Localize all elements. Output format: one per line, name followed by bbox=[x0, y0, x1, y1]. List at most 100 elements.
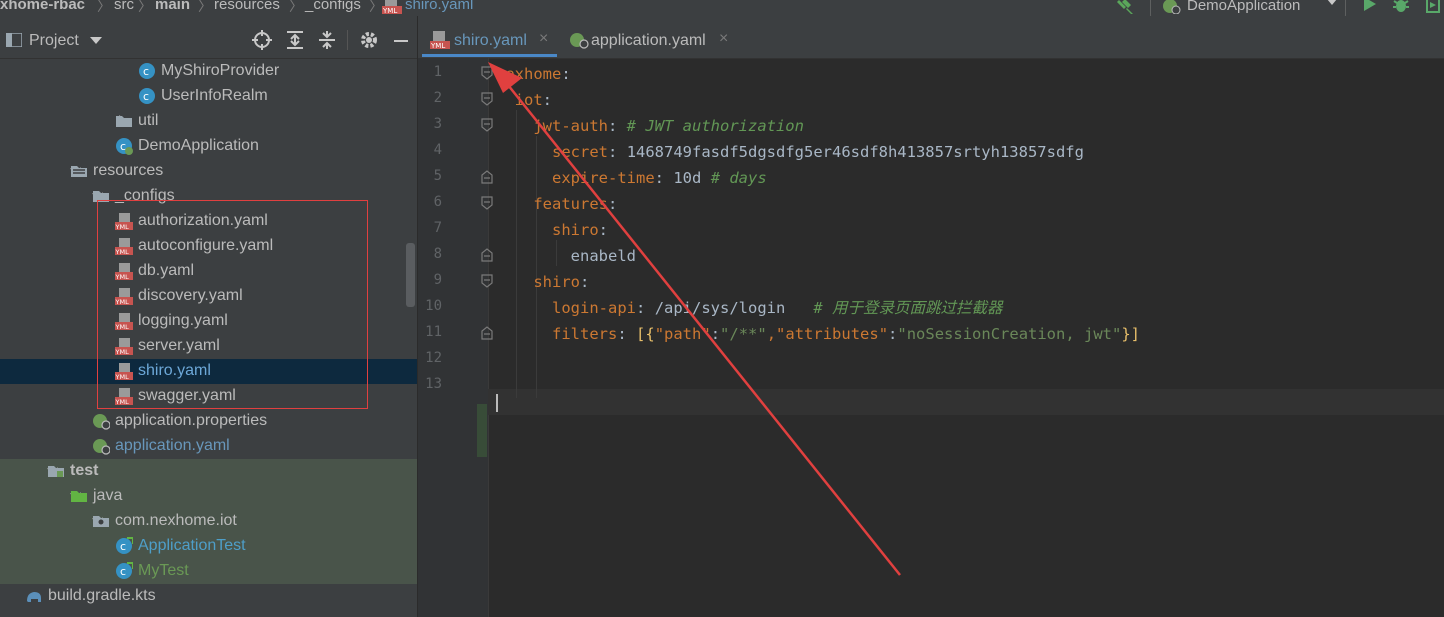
tree-item-label: _configs bbox=[115, 187, 175, 204]
tree-item-application-yaml[interactable]: application.yaml bbox=[0, 434, 417, 459]
svg-text:YML: YML bbox=[382, 7, 397, 14]
folder-icon bbox=[116, 116, 132, 127]
tree-item-server-yaml[interactable]: YML server.yaml bbox=[0, 334, 417, 359]
svg-text:YML: YML bbox=[115, 298, 129, 305]
project-view-title[interactable]: Project bbox=[29, 32, 79, 50]
expand-all-icon[interactable] bbox=[285, 30, 305, 50]
fold-marker-icon[interactable] bbox=[481, 248, 493, 262]
tree-item-util[interactable]: util bbox=[0, 109, 417, 134]
tree-item-test[interactable]: test bbox=[0, 459, 417, 484]
tree-item-mytest[interactable]: c MyTest bbox=[0, 559, 417, 584]
locate-file-icon[interactable] bbox=[252, 30, 272, 50]
close-icon[interactable]: × bbox=[539, 30, 548, 48]
spring-boot-icon bbox=[1163, 0, 1181, 14]
tab-application-yaml[interactable]: application.yaml × bbox=[564, 16, 734, 58]
line-number: 8 bbox=[433, 246, 442, 262]
tree-item-label: logging.yaml bbox=[138, 312, 228, 329]
debug-icon[interactable] bbox=[1392, 0, 1410, 14]
resources-folder-icon bbox=[71, 166, 87, 177]
test-source-folder-icon bbox=[71, 491, 87, 502]
tree-item-discovery-yaml[interactable]: YML discovery.yaml bbox=[0, 284, 417, 309]
coverage-icon[interactable] bbox=[1424, 0, 1442, 14]
yaml-file-icon: YML bbox=[430, 31, 450, 49]
vcs-change-marker[interactable] bbox=[477, 404, 487, 457]
svg-text:c: c bbox=[120, 540, 126, 553]
tree-item-label: util bbox=[138, 112, 159, 129]
code-line-9: shiro: bbox=[533, 273, 590, 291]
tree-item-demoapplication[interactable]: c DemoApplication bbox=[0, 134, 417, 159]
hide-panel-icon[interactable] bbox=[391, 30, 411, 50]
svg-text:YML: YML bbox=[115, 398, 129, 405]
tree-item-label: autoconfigure.yaml bbox=[138, 237, 274, 254]
class-icon: c bbox=[139, 88, 155, 104]
tab-shiro-yaml[interactable]: YML shiro.yaml × bbox=[422, 16, 558, 58]
folder-icon bbox=[93, 191, 109, 202]
breadcrumb-main[interactable]: main bbox=[155, 0, 190, 13]
build-hammer-icon[interactable] bbox=[1116, 0, 1136, 14]
fold-marker-icon[interactable] bbox=[481, 118, 493, 132]
line-number: 11 bbox=[425, 324, 442, 340]
line-number: 12 bbox=[425, 350, 442, 366]
package-icon bbox=[93, 516, 109, 527]
tree-item-build-gradle-kts[interactable]: build.gradle.kts bbox=[0, 584, 417, 609]
fold-marker-icon[interactable] bbox=[481, 66, 493, 80]
tree-item-userinforealm[interactable]: c UserInfoRealm bbox=[0, 84, 417, 109]
breadcrumb-project[interactable]: xhome-rbac bbox=[0, 0, 85, 13]
tree-item-resources[interactable]: resources bbox=[0, 159, 417, 184]
tree-item-db-yaml[interactable]: YML db.yaml bbox=[0, 259, 417, 284]
breadcrumb-separator: 〉 bbox=[369, 0, 383, 14]
tree-item-logging-yaml[interactable]: YML logging.yaml bbox=[0, 309, 417, 334]
tree-item-label: ApplicationTest bbox=[138, 537, 246, 554]
tree-item-applicationtest[interactable]: c ApplicationTest bbox=[0, 534, 417, 559]
yaml-file-icon: YML bbox=[115, 388, 133, 405]
fold-marker-icon[interactable] bbox=[481, 196, 493, 210]
svg-text:YML: YML bbox=[115, 223, 129, 230]
collapse-all-icon[interactable] bbox=[317, 30, 337, 50]
tree-item-myshiroprovider[interactable]: c MyShiroProvider bbox=[0, 59, 417, 84]
tree-item-label: application.yaml bbox=[115, 437, 230, 454]
run-icon[interactable] bbox=[1362, 0, 1378, 14]
code-line-5: expire-time: 10d # days bbox=[552, 169, 767, 187]
tree-item-label: UserInfoRealm bbox=[161, 87, 268, 104]
run-configuration-selector[interactable]: DemoApplication bbox=[1150, 0, 1346, 16]
tree-item-application-properties[interactable]: application.properties bbox=[0, 409, 417, 434]
tree-item-label: db.yaml bbox=[138, 262, 195, 279]
yaml-file-icon: YML bbox=[115, 213, 133, 230]
toolbar-divider bbox=[347, 30, 348, 50]
yaml-file-icon: YML bbox=[115, 363, 133, 380]
tree-item-com-nexhome-iot[interactable]: com.nexhome.iot bbox=[0, 509, 417, 534]
line-number: 3 bbox=[433, 116, 442, 132]
fold-marker-icon[interactable] bbox=[481, 326, 493, 340]
svg-text:YML: YML bbox=[115, 373, 129, 380]
breadcrumb-file[interactable]: shiro.yaml bbox=[405, 0, 473, 13]
tree-item-swagger-yaml[interactable]: YML swagger.yaml bbox=[0, 384, 417, 409]
fold-marker-icon[interactable] bbox=[481, 274, 493, 288]
code-line-10: login-api: /api/sys/login # 用于登录页面跳过拦截器 bbox=[552, 299, 1003, 317]
navigation-bar: xhome-rbac 〉 src 〉 main 〉 resources 〉 _c… bbox=[0, 0, 1444, 16]
code-line-3: jwt-auth: # JWT authorization bbox=[533, 117, 804, 135]
spring-config-icon bbox=[93, 439, 110, 455]
tree-scrollbar[interactable] bbox=[406, 243, 415, 307]
tree-item-authorization-yaml[interactable]: YML authorization.yaml bbox=[0, 209, 417, 234]
breadcrumb-resources[interactable]: resources bbox=[214, 0, 280, 13]
tree-item--configs[interactable]: _configs bbox=[0, 184, 417, 209]
fold-marker-icon[interactable] bbox=[481, 92, 493, 106]
tree-item-label: server.yaml bbox=[138, 337, 220, 354]
close-icon[interactable]: × bbox=[719, 30, 728, 48]
spring-class-icon: c bbox=[116, 138, 133, 155]
fold-marker-icon[interactable] bbox=[481, 170, 493, 184]
tree-item-label: DemoApplication bbox=[138, 137, 259, 154]
project-tool-window: Project c MyShiroProvider c UserInfoRealm ut… bbox=[0, 16, 417, 617]
tree-item-label: authorization.yaml bbox=[138, 212, 268, 229]
tree-item-autoconfigure-yaml[interactable]: YML autoconfigure.yaml bbox=[0, 234, 417, 259]
tree-item-java[interactable]: java bbox=[0, 484, 417, 509]
tree-item-label: MyShiroProvider bbox=[161, 62, 280, 79]
breadcrumb-src[interactable]: src bbox=[114, 0, 134, 13]
chevron-down-icon[interactable] bbox=[90, 37, 102, 45]
breadcrumb-configs[interactable]: _configs bbox=[305, 0, 361, 13]
svg-text:YML: YML bbox=[115, 248, 129, 255]
yaml-file-icon: YML bbox=[115, 313, 133, 330]
tree-item-shiro-yaml[interactable]: YML shiro.yaml bbox=[0, 359, 417, 384]
code-line-11: filters: [{"path":"/**","attributes":"no… bbox=[552, 325, 1141, 343]
gear-icon[interactable] bbox=[359, 30, 379, 50]
